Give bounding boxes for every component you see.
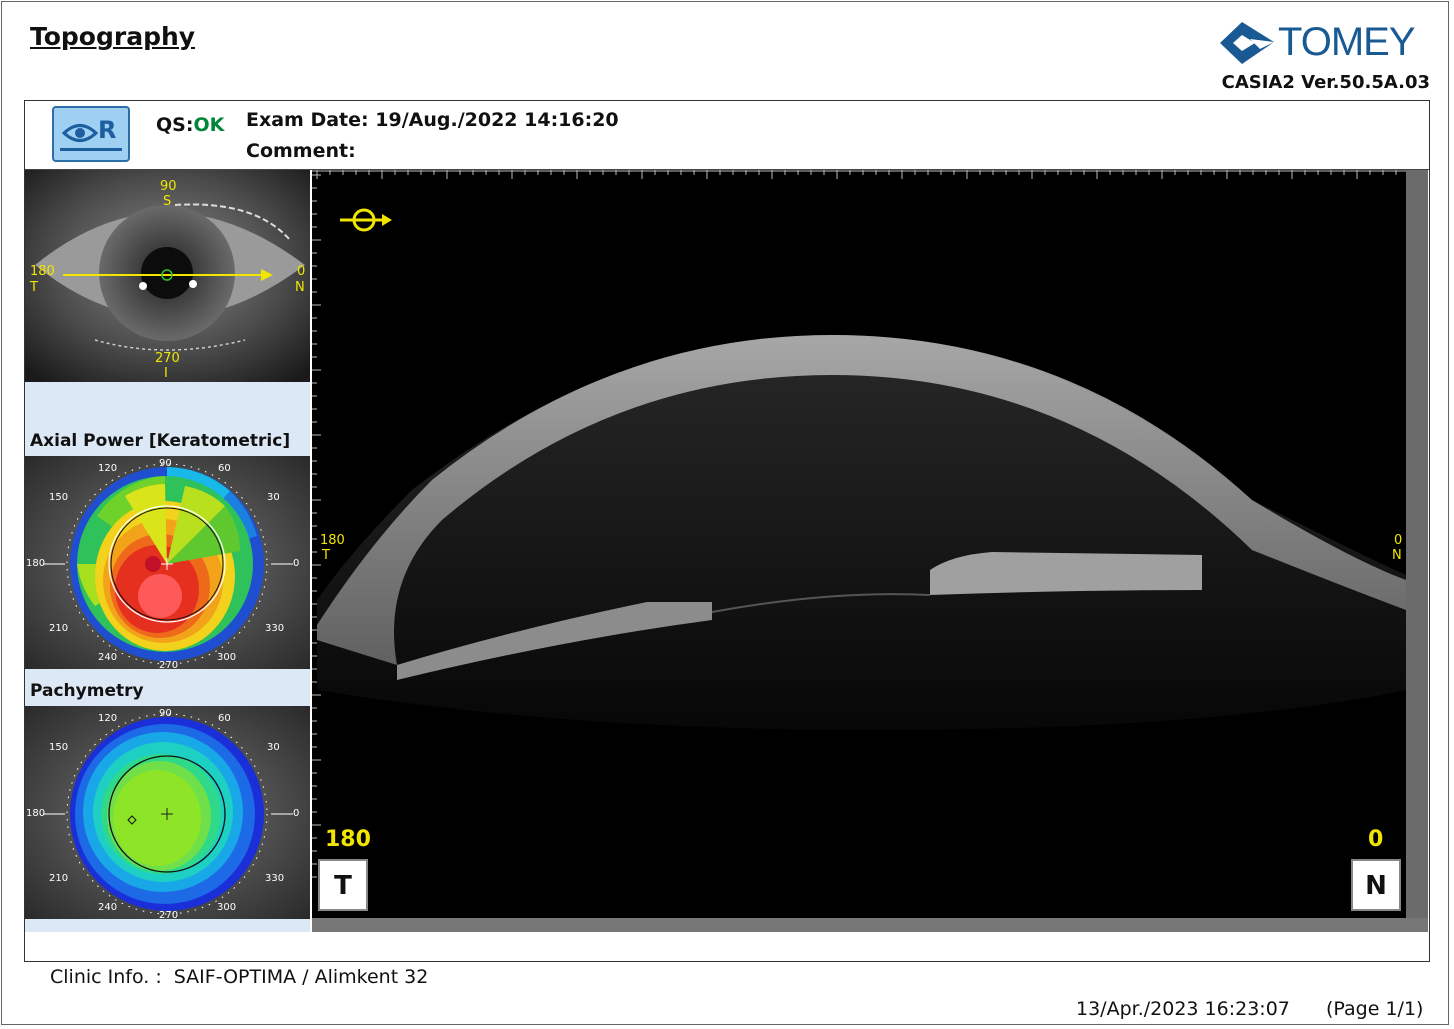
pachy-angle-60: 60	[218, 713, 231, 724]
page-number: (Page 1/1)	[1326, 998, 1424, 1020]
software-version: CASIA2 Ver.50.5A.03	[1221, 72, 1430, 93]
photo-top-angle: 90	[160, 179, 177, 194]
photo-left-angle: 180	[30, 264, 55, 279]
oct-scrollbar[interactable]	[1406, 170, 1428, 920]
clinic-value: SAIF-OPTIMA / Alimkent 32	[173, 966, 429, 988]
pachymetry-map	[25, 706, 310, 919]
axial-angle-150: 150	[49, 492, 69, 503]
qs-value: OK	[193, 114, 225, 136]
pachy-angle-270: 270	[159, 910, 179, 921]
axial-angle-0: 0	[293, 558, 300, 569]
axial-angle-270: 270	[159, 660, 179, 671]
pachy-angle-180: 180	[26, 808, 46, 819]
clinic-label: Clinic Info. :	[50, 966, 162, 988]
quality-score: QS:OK	[156, 114, 224, 136]
oct-bottom-right-dir: N	[1351, 859, 1401, 911]
pachy-angle-0: 0	[293, 808, 300, 819]
eye-side-badge: R	[52, 106, 130, 162]
photo-left-dir: T	[30, 280, 38, 295]
brand: TOMEY	[1220, 20, 1430, 64]
exam-date: Exam Date: 19/Aug./2022 14:16:20	[246, 109, 619, 131]
oct-right-angle: 0	[1394, 533, 1403, 548]
pachy-angle-300: 300	[217, 902, 237, 913]
oct-bottom-left-dir: T	[318, 859, 368, 911]
axial-angle-240: 240	[98, 652, 118, 663]
axial-power-title: Axial Power [Keratometric]	[30, 431, 291, 451]
pachy-angle-240: 240	[98, 902, 118, 913]
axial-angle-30: 30	[267, 492, 280, 503]
pachy-angle-150: 150	[49, 742, 69, 753]
page-title: Topography	[30, 22, 196, 51]
pachy-angle-30: 30	[267, 742, 280, 753]
eye-icon	[62, 124, 98, 142]
axial-angle-180: 180	[26, 558, 46, 569]
print-date: 13/Apr./2023 16:23:07	[1076, 998, 1290, 1020]
pachy-angle-120: 120	[98, 713, 118, 724]
oct-right-dir: N	[1392, 548, 1402, 563]
photo-top-dir: S	[163, 194, 172, 209]
pachy-angle-330: 330	[265, 873, 285, 884]
comment-label: Comment:	[246, 140, 356, 162]
oct-bottom-right-angle: 0	[1368, 827, 1384, 852]
badge-underline	[60, 148, 122, 151]
photo-bottom-angle: 270	[155, 351, 180, 366]
pachy-angle-90: 90	[159, 708, 172, 719]
photo-bottom-dir: I	[164, 366, 168, 381]
exam-date-value: 19/Aug./2022 14:16:20	[375, 109, 619, 131]
oct-scan-image	[312, 170, 1428, 932]
axial-angle-330: 330	[265, 623, 285, 634]
exam-header	[25, 101, 1429, 170]
axial-power-map	[25, 456, 310, 669]
comment: Comment:	[246, 140, 356, 162]
clinic-info: Clinic Info. : SAIF-OPTIMA / Alimkent 32	[50, 966, 428, 988]
oct-bottom-bar	[312, 918, 1428, 932]
qs-label: QS:	[156, 114, 194, 136]
axial-angle-210: 210	[49, 623, 69, 634]
brand-name: TOMEY	[1278, 20, 1416, 64]
axial-angle-120: 120	[98, 463, 118, 474]
pachy-angle-210: 210	[49, 873, 69, 884]
axial-angle-60: 60	[218, 463, 231, 474]
photo-right-angle: 0	[297, 264, 306, 279]
axial-angle-300: 300	[217, 652, 237, 663]
oct-left-dir: T	[322, 548, 330, 563]
eye-side-letter: R	[98, 116, 117, 144]
pachymetry-title: Pachymetry	[30, 681, 144, 701]
oct-left-angle: 180	[320, 533, 345, 548]
photo-right-dir: N	[295, 280, 305, 295]
axial-angle-90: 90	[159, 458, 172, 469]
exam-date-label: Exam Date:	[246, 109, 369, 131]
tomey-logo-icon	[1220, 22, 1274, 64]
oct-bottom-left-angle: 180	[325, 827, 371, 852]
